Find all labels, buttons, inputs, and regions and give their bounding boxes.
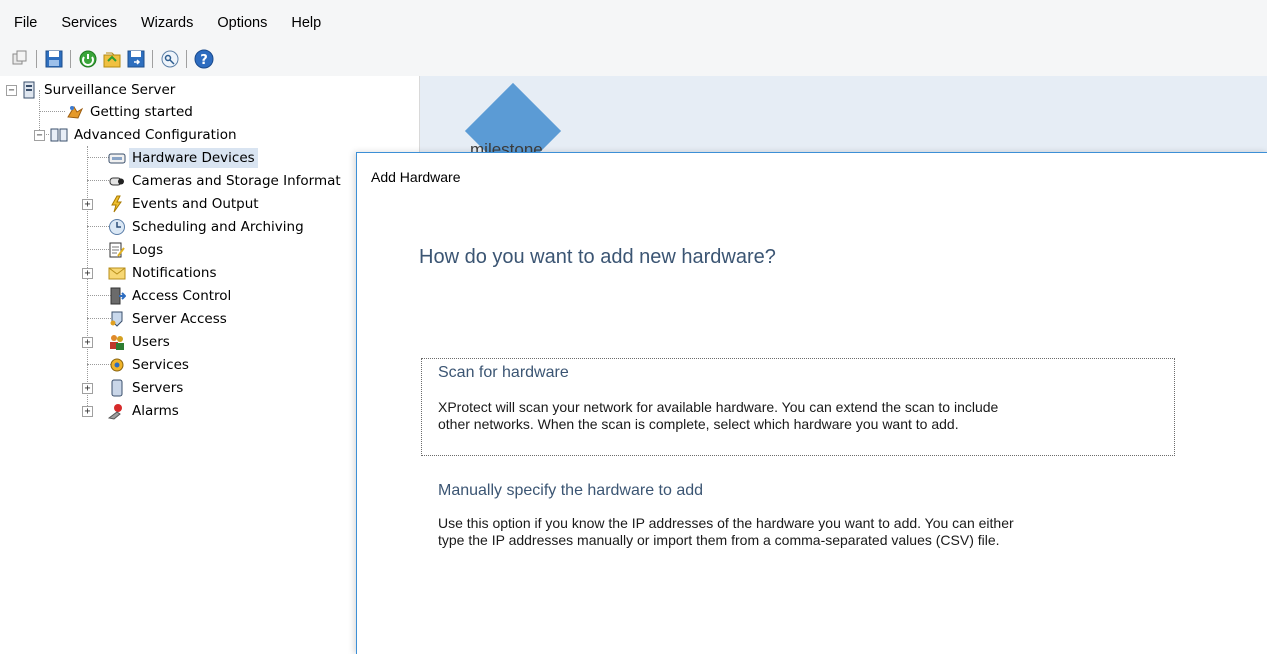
tree-item-events-output[interactable]: Events and Output <box>108 193 262 215</box>
tree-item-label: Scheduling and Archiving <box>132 219 304 235</box>
server-icon <box>108 379 126 397</box>
tree-item-label: Alarms <box>132 403 179 419</box>
toolbar-separator <box>36 50 37 68</box>
help-icon[interactable]: ? <box>194 48 214 70</box>
tree-item-label: Users <box>132 334 170 350</box>
option-title: Scan for hardware <box>438 364 569 381</box>
expand-icon[interactable]: + <box>82 383 93 394</box>
option-description-line: XProtect will scan your network for avai… <box>438 399 999 415</box>
tree-line <box>87 146 88 414</box>
tree-item-hardware-devices[interactable]: Hardware Devices <box>108 147 258 169</box>
book-icon <box>50 126 68 144</box>
tree-item-alarms[interactable]: Alarms <box>107 400 182 422</box>
expand-icon[interactable]: + <box>82 268 93 279</box>
users-icon <box>108 333 126 351</box>
menu-help[interactable]: Help <box>279 0 333 42</box>
lightning-icon <box>108 195 126 213</box>
tree-line <box>39 111 65 112</box>
copy-icon[interactable] <box>10 48 30 70</box>
tree-item-users[interactable]: Users <box>108 331 173 353</box>
menu-bar: File Services Wizards Options Help <box>0 0 1267 42</box>
add-hardware-dialog: Add Hardware How do you want to add new … <box>356 152 1267 654</box>
expand-icon[interactable]: + <box>82 199 93 210</box>
tree-item-label: Server Access <box>132 311 227 327</box>
dialog-question: How do you want to add new hardware? <box>419 246 776 268</box>
tree-item-label: Cameras and Storage Informat <box>132 173 341 189</box>
envelope-icon <box>108 264 126 282</box>
getting-started-icon <box>66 103 84 121</box>
option-description-line: type the IP addresses manually or import… <box>438 532 1000 548</box>
tree-item-label: Surveillance Server <box>44 82 176 98</box>
tree-item-label: Access Control <box>132 288 232 304</box>
key-icon[interactable] <box>160 48 180 70</box>
hardware-device-icon <box>108 149 126 167</box>
expand-icon[interactable]: + <box>82 406 93 417</box>
clock-icon <box>108 218 126 236</box>
scan-for-hardware-option[interactable]: Scan for hardware XProtect will scan you… <box>421 358 1175 456</box>
tree-item-label: Notifications <box>132 265 217 281</box>
collapse-icon[interactable]: − <box>34 130 45 141</box>
tree-item-scheduling-archiving[interactable]: Scheduling and Archiving <box>108 216 307 238</box>
svg-text:?: ? <box>200 53 208 68</box>
tree-item-label: Logs <box>132 242 164 258</box>
server-icon <box>20 81 38 99</box>
gear-icon <box>108 356 126 374</box>
option-title: Manually specify the hardware to add <box>438 482 704 499</box>
menu-wizards[interactable]: Wizards <box>129 0 205 42</box>
tree-item-advanced-configuration[interactable]: Advanced Configuration <box>50 124 240 146</box>
dialog-title: Add Hardware <box>371 169 461 185</box>
tree-item-surveillance-server[interactable]: Surveillance Server <box>20 79 178 101</box>
menu-services[interactable]: Services <box>49 0 129 42</box>
tree-item-label: Events and Output <box>132 196 259 212</box>
menu-options[interactable]: Options <box>205 0 279 42</box>
tree-item-notifications[interactable]: Notifications <box>108 262 220 284</box>
camera-icon <box>108 172 126 190</box>
tree-item-label: Hardware Devices <box>129 148 258 168</box>
door-icon <box>108 287 127 305</box>
import-icon[interactable] <box>102 48 122 70</box>
collapse-icon[interactable]: − <box>6 85 17 96</box>
tree-item-getting-started[interactable]: Getting started <box>66 101 196 123</box>
menu-file[interactable]: File <box>0 0 49 42</box>
alarm-icon <box>107 402 126 420</box>
tree-item-access-control[interactable]: Access Control <box>108 285 234 307</box>
option-description-line: Use this option if you know the IP addre… <box>438 515 1014 531</box>
toolbar-separator <box>186 50 187 68</box>
tree-item-label: Servers <box>132 380 184 396</box>
toolbar-separator <box>70 50 71 68</box>
tree-item-servers[interactable]: Servers <box>108 377 186 399</box>
tree-item-label: Getting started <box>90 104 193 120</box>
server-key-icon <box>108 310 126 328</box>
export-icon[interactable] <box>126 48 146 70</box>
option-description-line: other networks. When the scan is complet… <box>438 416 959 432</box>
expand-icon[interactable]: + <box>82 337 93 348</box>
refresh-icon[interactable] <box>78 48 98 70</box>
log-icon <box>108 241 126 259</box>
tree-item-services[interactable]: Services <box>108 354 192 376</box>
manual-hardware-option[interactable]: Manually specify the hardware to add Use… <box>421 475 1173 571</box>
tree-item-label: Services <box>132 357 189 373</box>
save-icon[interactable] <box>44 48 64 70</box>
tree-item-server-access[interactable]: Server Access <box>108 308 230 330</box>
toolbar: ? <box>0 42 1267 76</box>
toolbar-separator <box>152 50 153 68</box>
tree-item-label: Advanced Configuration <box>74 127 237 143</box>
tree-item-logs[interactable]: Logs <box>108 239 166 261</box>
tree-item-cameras-storage[interactable]: Cameras and Storage Informat <box>108 170 344 192</box>
